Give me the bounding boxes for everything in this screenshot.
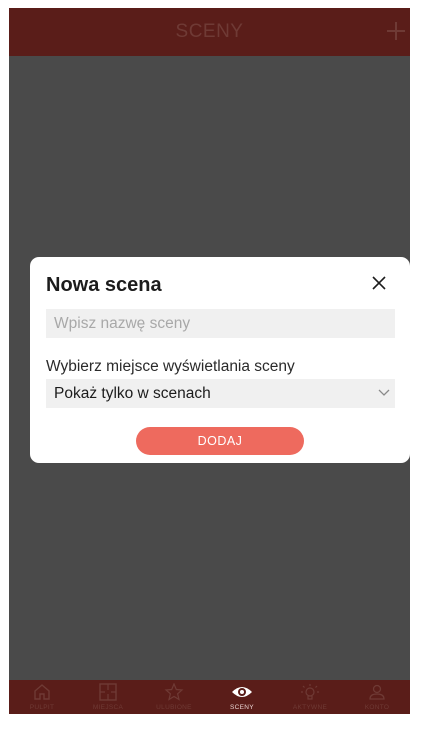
tab-ulubione[interactable]: ULUBIONE: [143, 680, 205, 714]
add-scene-button[interactable]: DODAJ: [136, 427, 304, 455]
tab-sceny[interactable]: SCENY: [211, 680, 273, 714]
tab-label: ULUBIONE: [156, 704, 192, 711]
add-scene-header-button[interactable]: [382, 16, 410, 46]
plus-icon: [387, 22, 405, 40]
tab-konto[interactable]: KONTO: [346, 680, 408, 714]
home-icon: [34, 684, 50, 700]
location-select[interactable]: Pokaż tylko w scenach: [46, 379, 395, 408]
bottom-tab-bar: PULPIT MIEJSCA ULUBIONE SCENY AKTYWNE KO…: [9, 680, 410, 714]
tab-aktywne[interactable]: AKTYWNE: [279, 680, 341, 714]
top-bar: SCENY: [9, 8, 410, 56]
tab-label: MIEJSCA: [92, 704, 124, 711]
tab-label: AKTYWNE: [292, 704, 328, 711]
lightbulb-icon: [301, 684, 319, 700]
page-title: SCENY: [175, 21, 244, 42]
tab-miejsca[interactable]: MIEJSCA: [77, 680, 139, 714]
location-label: Wybierz miejsce wyświetlania sceny: [46, 358, 295, 375]
chevron-down-icon: [378, 389, 390, 396]
user-icon: [369, 684, 385, 700]
tab-label: SCENY: [230, 704, 254, 711]
close-icon: [372, 276, 386, 290]
tab-label: KONTO: [364, 704, 390, 711]
scene-name-input[interactable]: [46, 309, 395, 338]
eye-icon: [232, 687, 252, 697]
new-scene-dialog: Nowa scena Wybierz miejsce wyświetlania …: [30, 257, 410, 463]
star-icon: [164, 683, 184, 701]
location-select-value: Pokaż tylko w scenach: [54, 385, 211, 402]
dialog-title: Nowa scena: [46, 274, 162, 296]
tab-pulpit[interactable]: PULPIT: [11, 680, 73, 714]
tab-label: PULPIT: [29, 704, 55, 711]
app-screen: SCENY Nowa scena Wybierz miejsce wyświet…: [9, 8, 410, 714]
close-dialog-button[interactable]: [370, 274, 388, 292]
floorplan-icon: [99, 683, 117, 701]
